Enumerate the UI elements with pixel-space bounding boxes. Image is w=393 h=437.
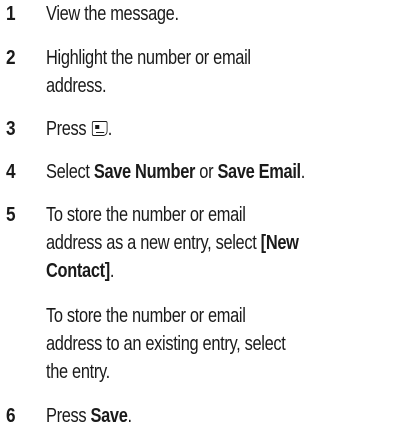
step-number: 2	[6, 47, 16, 69]
step-number: 4	[6, 161, 16, 183]
step-text: Press Save.	[46, 405, 132, 427]
step-number: 5	[6, 204, 16, 226]
step-note: To store the number or email address to …	[46, 305, 286, 383]
option-new-contact-cont: Contact]	[46, 260, 110, 282]
step-number: 3	[6, 118, 16, 140]
step-number: 6	[6, 405, 16, 427]
option-save-email: Save Email	[217, 161, 301, 183]
step-text: Select Save Number or Save Email.	[46, 161, 306, 183]
menu-key-icon	[92, 121, 108, 136]
step-text: To store the number or email address as …	[46, 204, 299, 282]
step-text: View the message.	[46, 3, 179, 25]
step-text: Highlight the number or email address.	[46, 47, 251, 97]
option-save: Save	[90, 405, 128, 427]
step-number: 1	[6, 3, 16, 25]
option-save-number: Save Number	[93, 161, 196, 183]
step-text: Press .	[46, 118, 112, 140]
option-new-contact: [New	[260, 232, 299, 254]
